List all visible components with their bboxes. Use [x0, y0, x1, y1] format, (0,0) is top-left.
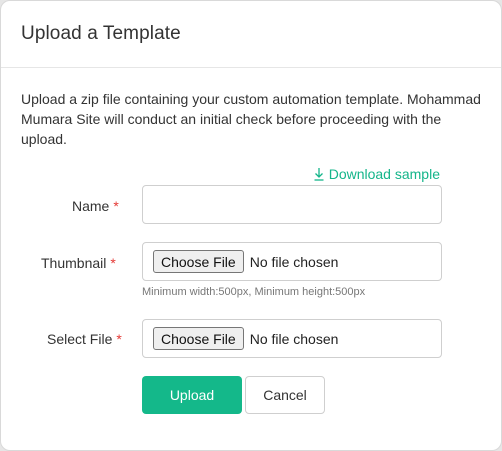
thumbnail-file-status: No file chosen [249, 253, 339, 270]
thumbnail-file-input: Choose File No file chosen [142, 242, 442, 281]
thumbnail-choose-file-button[interactable]: Choose File [153, 250, 244, 273]
name-label-text: Name [72, 198, 110, 214]
select-file-label-text: Select File [47, 331, 113, 347]
upload-button[interactable]: Upload [142, 376, 242, 414]
download-sample-link[interactable]: Download sample [313, 166, 440, 182]
required-marker: * [110, 255, 116, 271]
modal-title: Upload a Template [21, 23, 181, 44]
thumbnail-label-text: Thumbnail [41, 255, 107, 271]
select-file-choose-file-button[interactable]: Choose File [153, 327, 244, 350]
modal-description: Upload a zip file containing your custom… [21, 91, 481, 147]
download-icon [314, 168, 324, 181]
required-marker: * [116, 331, 122, 347]
upload-template-modal: Upload a Template Upload a zip file cont… [0, 0, 502, 451]
modal-header: Upload a Template [1, 1, 501, 68]
thumbnail-label: Thumbnail * [41, 255, 116, 271]
select-file-label: Select File * [47, 331, 122, 347]
name-label: Name * [72, 198, 119, 214]
required-marker: * [113, 198, 119, 214]
download-sample-label: Download sample [328, 166, 440, 182]
select-file-input: Choose File No file chosen [142, 319, 442, 358]
select-file-status: No file chosen [249, 330, 339, 347]
thumbnail-size-hint: Minimum width:500px, Minimum height:500p… [142, 286, 366, 298]
name-input[interactable] [142, 185, 442, 224]
cancel-button[interactable]: Cancel [245, 376, 325, 414]
